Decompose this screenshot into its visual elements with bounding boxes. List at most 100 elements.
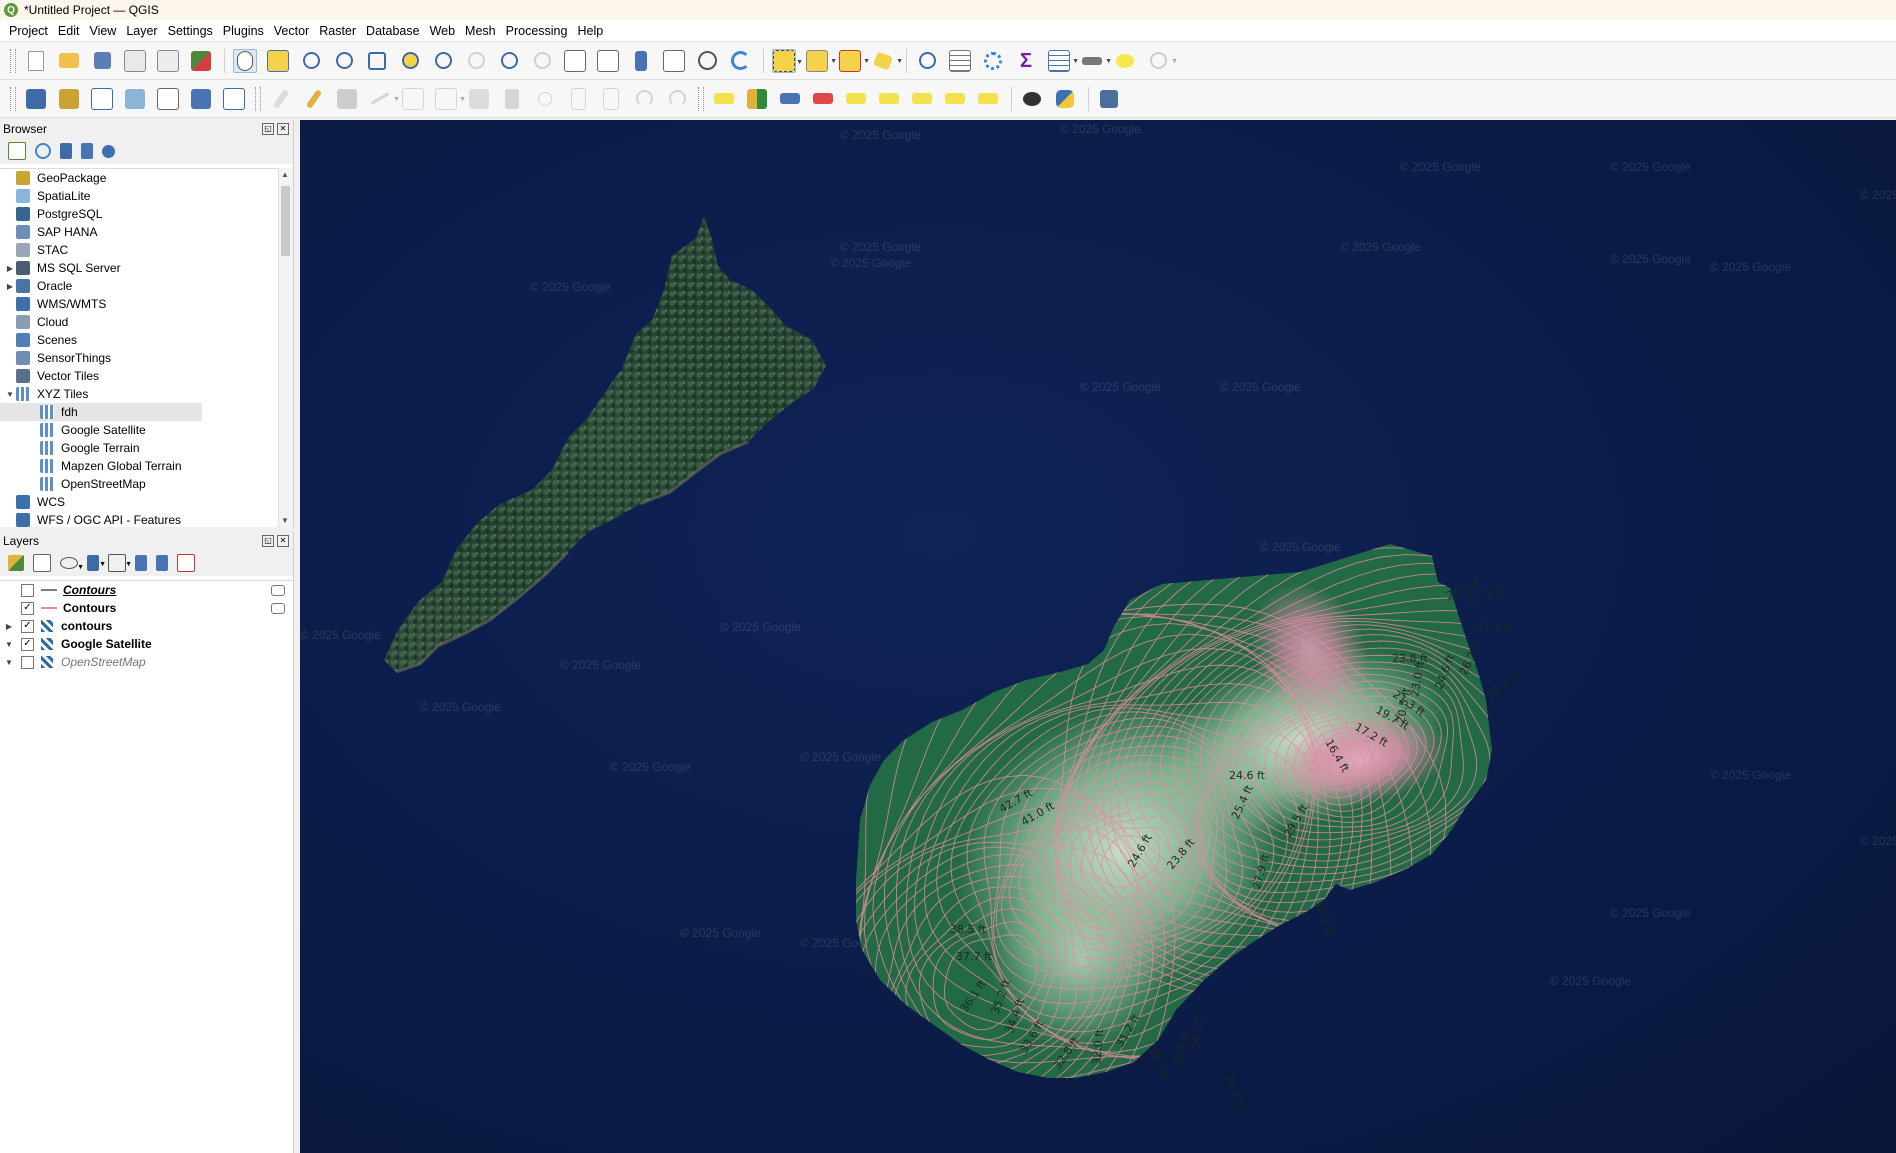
new-map-view-button[interactable] (563, 49, 587, 73)
menu-settings[interactable]: Settings (163, 24, 218, 38)
info-icon[interactable] (102, 144, 115, 158)
menu-edit[interactable]: Edit (53, 24, 85, 38)
label-properties-button[interactable] (976, 87, 1000, 111)
layout-manager-button[interactable] (156, 49, 180, 73)
open-attribute-table-button[interactable] (948, 49, 972, 73)
layer-item[interactable]: ▶ ✓ contours (0, 617, 293, 635)
menu-plugins[interactable]: Plugins (218, 24, 269, 38)
collapse-arrow-icon[interactable]: ▼ (3, 658, 15, 667)
zoom-native-button[interactable] (464, 49, 488, 73)
menu-mesh[interactable]: Mesh (460, 24, 501, 38)
zoom-to-layer-button[interactable] (431, 49, 455, 73)
zoom-to-selection-button[interactable] (398, 49, 422, 73)
menu-processing[interactable]: Processing (501, 24, 573, 38)
layer-indicator-icon[interactable] (271, 585, 285, 596)
pin-labels-button[interactable] (778, 87, 802, 111)
vertex-tool-button[interactable] (401, 87, 425, 111)
layer-indicator-icon[interactable] (271, 603, 285, 614)
browser-item[interactable]: SensorThings (0, 349, 279, 367)
scroll-thumb[interactable] (281, 186, 290, 256)
expand-arrow-icon[interactable]: ▶ (4, 282, 16, 291)
redo-button[interactable] (665, 87, 689, 111)
collapse-all-icon[interactable] (156, 555, 168, 571)
attribute-table-options-button[interactable]: ▼ (1047, 49, 1079, 73)
rotate-label-button[interactable] (877, 87, 901, 111)
vertex-tool-all-button[interactable]: ▼ (434, 87, 466, 111)
browser-item[interactable]: SpatiaLite (0, 187, 279, 205)
browser-item[interactable]: ▶ MS SQL Server (0, 259, 279, 277)
scroll-down-icon[interactable]: ▼ (281, 516, 289, 525)
add-group-icon[interactable] (33, 554, 51, 572)
expand-all-icon[interactable] (135, 555, 147, 571)
collapse-arrow-icon[interactable]: ▼ (3, 640, 15, 649)
browser-item[interactable]: OpenStreetMap (0, 475, 279, 493)
processing-toolbox-button[interactable] (981, 49, 1005, 73)
menu-raster[interactable]: Raster (314, 24, 361, 38)
layer-visibility-checkbox[interactable] (21, 655, 34, 669)
layer-item[interactable]: ▼ OpenStreetMap (0, 653, 293, 671)
select-by-value-button[interactable]: ▼ (805, 49, 837, 73)
collapse-arrow-icon[interactable]: ▼ (4, 390, 16, 399)
close-panel-icon[interactable]: ✕ (277, 123, 289, 135)
browser-item[interactable]: Cloud (0, 313, 279, 331)
style-layer-icon[interactable] (8, 555, 24, 571)
select-location-button[interactable]: ▼ (871, 49, 903, 73)
plugin-button[interactable] (1020, 87, 1044, 111)
menu-layer[interactable]: Layer (121, 24, 162, 38)
new-shapefile-layer-button[interactable] (90, 87, 114, 111)
expression-filter-icon[interactable]: ▼ (108, 554, 132, 572)
layer-labeling-button[interactable] (712, 87, 736, 111)
show-hide-labels-button[interactable] (910, 87, 934, 111)
identify-features-button[interactable] (915, 49, 939, 73)
expand-arrow-icon[interactable]: ▶ (4, 264, 16, 273)
browser-item[interactable]: Scenes (0, 331, 279, 349)
paste-features-button[interactable] (599, 87, 623, 111)
style-manager-button[interactable] (189, 49, 213, 73)
new-geopackage-layer-button[interactable] (57, 87, 81, 111)
locator-button[interactable]: ▼ (1146, 49, 1178, 73)
new-spatialite-layer-button[interactable] (123, 87, 147, 111)
browser-item[interactable]: Vector Tiles (0, 367, 279, 385)
toggle-editing-button[interactable] (302, 87, 326, 111)
menu-web[interactable]: Web (425, 24, 460, 38)
change-label-button[interactable] (943, 87, 967, 111)
menu-view[interactable]: View (84, 24, 121, 38)
layer-item[interactable]: Contours (0, 581, 293, 599)
float-panel-icon[interactable]: ◱ (262, 123, 274, 135)
modify-attributes-button[interactable] (467, 87, 491, 111)
layer-visibility-checkbox[interactable] (21, 583, 34, 597)
zoom-next-button[interactable] (530, 49, 554, 73)
layer-item[interactable]: ✓ Contours (0, 599, 293, 617)
deselect-features-button[interactable]: ▼ (838, 49, 870, 73)
measure-button[interactable]: ▼ (1080, 49, 1112, 73)
delete-selected-button[interactable] (500, 87, 524, 111)
browser-item[interactable]: Mapzen Global Terrain (0, 457, 279, 475)
menu-vector[interactable]: Vector (269, 24, 314, 38)
current-edits-button[interactable] (269, 87, 293, 111)
open-project-button[interactable] (57, 49, 81, 73)
map-tips-button[interactable] (1113, 49, 1137, 73)
expand-arrow-icon[interactable]: ▶ (3, 622, 15, 631)
browser-item[interactable]: WCS (0, 493, 279, 511)
browser-scrollbar[interactable]: ▲ ▼ (278, 168, 293, 527)
float-panel-icon[interactable]: ◱ (262, 535, 274, 547)
save-edits-button[interactable] (335, 87, 359, 111)
new-vector-tile-layer-button[interactable] (222, 87, 246, 111)
cut-features-button[interactable] (533, 87, 557, 111)
layer-visibility-checkbox[interactable]: ✓ (21, 619, 34, 633)
copy-features-button[interactable] (566, 87, 590, 111)
zoom-out-button[interactable] (332, 49, 356, 73)
scroll-up-icon[interactable]: ▲ (281, 170, 289, 179)
close-panel-icon[interactable]: ✕ (277, 535, 289, 547)
new-print-layout-button[interactable] (123, 49, 147, 73)
temporal-controller-button[interactable] (695, 49, 719, 73)
zoom-last-button[interactable] (497, 49, 521, 73)
eye-icon[interactable]: ▼ (60, 557, 84, 571)
toolbar-grip[interactable] (10, 48, 16, 73)
layer-visibility-checkbox[interactable]: ✓ (21, 601, 34, 615)
layer-item[interactable]: ▼ ✓ Google Satellite (0, 635, 293, 653)
new-temporary-layer-button[interactable] (156, 87, 180, 111)
highlight-pinned-labels-button[interactable] (811, 87, 835, 111)
save-project-button[interactable] (90, 49, 114, 73)
collapse-all-icon[interactable] (81, 143, 93, 159)
